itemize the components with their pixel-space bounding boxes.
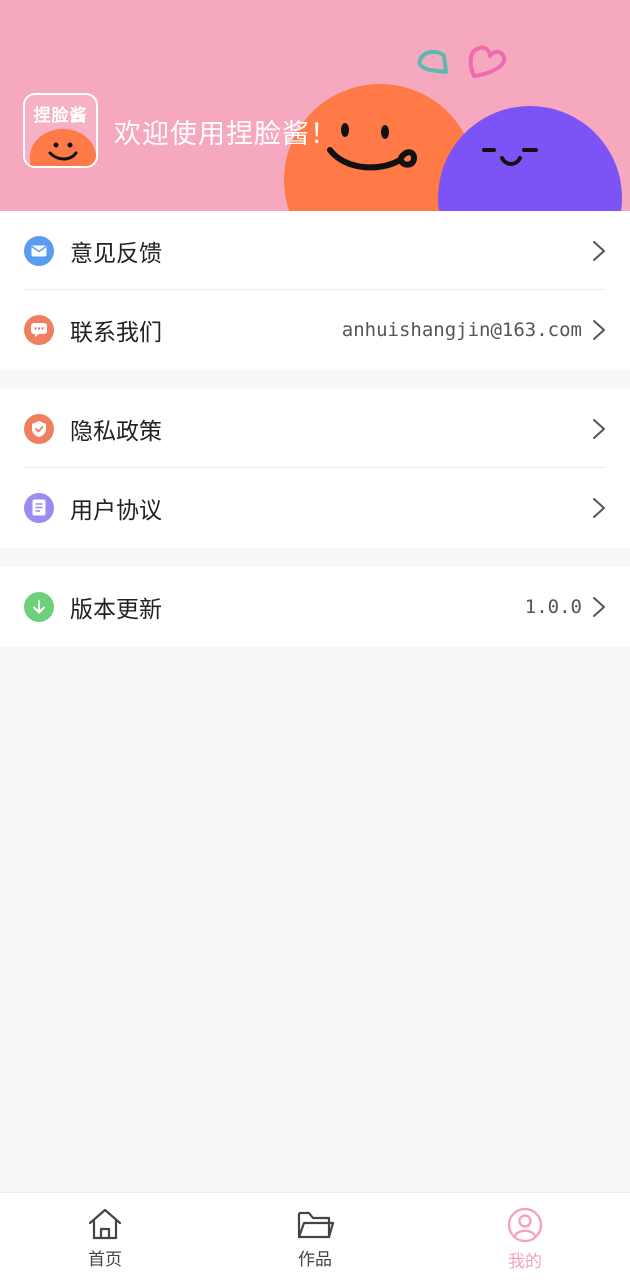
welcome-text: 欢迎使用捏脸酱！: [114, 119, 338, 150]
menu-item-version-update[interactable]: 版本更新 1.0.0: [0, 567, 630, 646]
logo-face: [30, 129, 96, 166]
chevron-right-icon: [593, 596, 605, 617]
chevron-right-icon: [593, 497, 605, 518]
contact-email: anhuishangjin@163.com: [341, 318, 582, 341]
app-logo: 捏脸酱: [23, 93, 98, 168]
menu-label: 联系我们: [70, 319, 162, 346]
shield-icon: [24, 413, 54, 444]
menu-item-privacy[interactable]: 隐私政策: [0, 389, 630, 468]
tab-works[interactable]: 作品: [210, 1193, 420, 1280]
tab-label: 首页: [88, 1250, 122, 1270]
chevron-right-icon: [593, 240, 605, 261]
menu-label: 版本更新: [70, 596, 162, 623]
folder-icon: [297, 1211, 334, 1239]
chevron-right-icon: [593, 319, 605, 340]
menu-item-contact[interactable]: 联系我们 anhuishangjin@163.com: [0, 290, 630, 369]
mail-icon: [24, 235, 54, 266]
header-banner: 捏脸酱 欢迎使用捏脸酱！: [0, 0, 630, 211]
user-profile-icon: [507, 1207, 543, 1243]
tab-label: 我的: [508, 1252, 542, 1272]
document-icon: [24, 492, 54, 523]
profile-page: 捏脸酱 欢迎使用捏脸酱！ 意见反馈 联系我们 anhuishangjin@163…: [0, 0, 630, 1280]
chat-icon: [24, 314, 54, 345]
menu-label: 意见反馈: [70, 240, 162, 267]
menu-item-feedback[interactable]: 意见反馈: [0, 211, 630, 290]
chevron-right-icon: [593, 418, 605, 439]
version-number: 1.0.0: [524, 595, 582, 618]
tab-mine[interactable]: 我的: [420, 1193, 630, 1280]
tab-label: 作品: [298, 1250, 332, 1270]
menu-group-support: 意见反馈 联系我们 anhuishangjin@163.com: [0, 211, 630, 370]
menu-group-legal: 隐私政策 用户协议: [0, 389, 630, 548]
download-icon: [24, 591, 54, 622]
menu-item-agreement[interactable]: 用户协议: [0, 468, 630, 547]
home-icon: [88, 1208, 122, 1240]
bottom-tab-bar: 首页 作品 我的: [0, 1192, 630, 1280]
menu-group-version: 版本更新 1.0.0: [0, 567, 630, 647]
logo-text: 捏脸酱: [33, 106, 88, 126]
menu-label: 用户协议: [70, 497, 162, 524]
tab-home[interactable]: 首页: [0, 1193, 210, 1280]
menu-label: 隐私政策: [70, 418, 162, 445]
